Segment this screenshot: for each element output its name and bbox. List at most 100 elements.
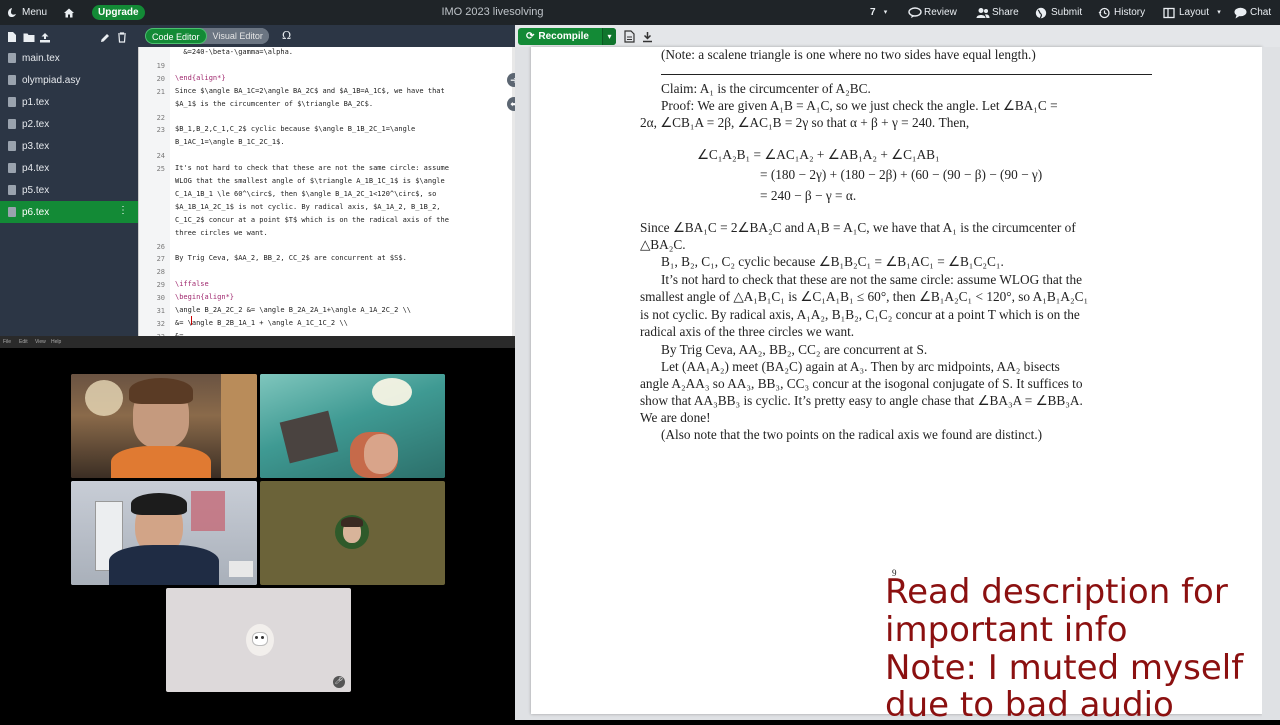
globe-icon — [1035, 7, 1047, 19]
lamp-shade — [85, 380, 123, 416]
video-tile-participant-3[interactable] — [71, 481, 257, 585]
line-number: 30 — [156, 294, 165, 303]
top-bar: Menu Upgrade IMO 2023 livesolving 7 ▾ Re… — [0, 0, 1280, 25]
file-icon — [8, 207, 16, 217]
code-line[interactable]: three circles we want. — [175, 227, 268, 240]
caption-line: important info — [885, 610, 1128, 650]
line-number: 22 — [156, 113, 165, 122]
layout-label: Layout — [1179, 7, 1210, 18]
pdf-text-line: Proof: We are given A₁B = A₁C, so we jus… — [661, 98, 1058, 113]
muted-mic-icon[interactable]: 🎤︎ — [333, 676, 345, 688]
code-line[interactable]: $A_1B_1A_2C_1$ is not cyclic. By radical… — [175, 201, 441, 214]
editor-toolbar: Code Editor Visual Editor Ω — [138, 25, 515, 47]
file-item[interactable]: p2.tex — [0, 113, 138, 135]
code-line[interactable]: \iffalse — [175, 278, 209, 291]
file-menu-icon[interactable]: ⋮ — [118, 205, 128, 216]
video-tile-participant-5[interactable]: 🎤︎ — [166, 588, 351, 692]
review-label: Review — [924, 7, 957, 18]
file-item[interactable]: p3.tex — [0, 135, 138, 157]
recompile-label: Recompile — [538, 31, 589, 42]
pdf-text-line: (Note: a scalene triangle is one where n… — [661, 47, 1036, 62]
layout-icon — [1163, 7, 1175, 19]
caption-line: Note: I muted myself — [885, 648, 1244, 688]
pdf-text-line: 2α, ∠CB₁A = 2β, ∠AC₁B = 2γ so that α + β… — [640, 115, 970, 130]
line-number: 32 — [156, 319, 165, 328]
video-call-area: 🎤︎ — [0, 348, 515, 720]
code-line[interactable]: C_1A_1B_1 \le 60^\circ$, then $\angle B_… — [175, 188, 436, 201]
chevron-down-icon: ▾ — [883, 8, 888, 16]
pdf-text-line: smallest angle of △A₁B₁C₁ is ∠C₁A₁B₁ ≤ 6… — [640, 289, 1089, 304]
video-tile-participant-4[interactable] — [260, 481, 445, 585]
pdf-text-line: By Trig Ceva, AA₂, BB₂, CC₂ are concurre… — [661, 342, 928, 357]
code-line[interactable]: WLOG that the smallest angle of $\triang… — [175, 175, 445, 188]
new-folder-icon[interactable] — [23, 30, 35, 48]
file-item[interactable]: main.tex — [0, 47, 138, 69]
overleaf-logo-icon — [6, 7, 18, 19]
file-item[interactable]: p5.tex — [0, 179, 138, 201]
chat-icon — [1234, 7, 1247, 19]
chevron-down-icon: ▾ — [1217, 8, 1221, 16]
file-item[interactable]: p6.tex ⋮ — [0, 201, 138, 223]
pdf-scrollbar-track[interactable] — [1262, 47, 1280, 720]
pdf-text-line: We are done! — [640, 410, 711, 425]
file-item[interactable]: p1.tex — [0, 91, 138, 113]
recompile-options-button[interactable]: ▾ — [602, 28, 616, 45]
layout-button[interactable]: Layout ▾ — [1163, 0, 1225, 25]
video-app-menubar: File Edit View Help — [0, 336, 515, 348]
history-button[interactable]: History — [1098, 0, 1145, 25]
review-button[interactable]: Review — [908, 0, 957, 25]
file-item[interactable]: olympiad.asy — [0, 69, 138, 91]
upload-icon[interactable] — [39, 30, 51, 48]
chat-button[interactable]: Chat — [1234, 0, 1271, 25]
line-number: 25 — [156, 165, 165, 174]
pdf-text-line: ∠C₁A₂B₁ = ∠AC₁A₂ + ∠AB₁A₂ + ∠C₁AB₁ — [697, 147, 940, 162]
video-menu-item[interactable]: Edit — [19, 339, 28, 345]
download-pdf-icon[interactable] — [642, 30, 653, 48]
file-tree-toolbar — [0, 25, 138, 47]
video-menu-item[interactable]: Help — [51, 339, 61, 345]
upgrade-button[interactable]: Upgrade — [92, 5, 145, 20]
line-number: 24 — [156, 152, 165, 161]
project-title[interactable]: IMO 2023 livesolving — [400, 0, 585, 25]
pdf-text-line: It’s not hard to check that these are no… — [661, 272, 1083, 287]
code-line[interactable]: &=240-\beta-\gamma=\alpha. — [175, 47, 293, 59]
file-icon — [8, 53, 16, 63]
visual-editor-tab[interactable]: Visual Editor — [206, 28, 269, 44]
home-icon — [63, 7, 75, 19]
video-menu-item[interactable]: File — [3, 339, 11, 345]
line-number: 29 — [156, 281, 165, 290]
share-button[interactable]: Share — [976, 0, 1019, 25]
file-item[interactable]: p4.tex — [0, 157, 138, 179]
file-label: olympiad.asy — [22, 74, 81, 86]
rename-pencil-icon[interactable] — [100, 30, 110, 48]
online-users[interactable]: 7 ▾ — [870, 0, 892, 25]
code-line[interactable]: Since $\angle BA_1C=2\angle BA_2C$ and $… — [175, 85, 445, 98]
file-label: p6.tex — [22, 206, 50, 218]
code-line[interactable]: \angle B_2A_2C_2 &= \angle B_2A_2A_1+\an… — [175, 304, 411, 317]
code-line[interactable]: $B_1,B_2,C_1,C_2$ cyclic because $\angle… — [175, 123, 415, 136]
new-file-icon[interactable] — [7, 30, 17, 48]
code-line[interactable]: \begin{align*} — [175, 291, 234, 304]
code-line[interactable]: It's not hard to check that these are no… — [175, 162, 449, 175]
video-tile-participant-1[interactable] — [71, 374, 257, 478]
users-icon — [976, 7, 990, 19]
pdf-text-line: Claim: A₁ is the circumcenter of A₂BC. — [661, 81, 871, 96]
video-menu-item[interactable]: View — [35, 339, 46, 345]
home-button[interactable] — [63, 0, 75, 25]
code-line[interactable]: &= \angle B_2B_1A_1 + \angle A_1C_1C_2 \… — [175, 317, 348, 330]
code-line[interactable]: $A_1$ is the circumcenter of $\triangle … — [175, 98, 373, 111]
trash-icon[interactable] — [117, 30, 127, 48]
menu-button[interactable]: Menu — [6, 0, 47, 25]
code-line[interactable]: \end{align*} — [175, 72, 226, 85]
line-number: 19 — [156, 61, 165, 70]
log-file-icon[interactable] — [624, 30, 635, 48]
code-line[interactable]: B_1AC_1=\angle B_1C_2C_1$. — [175, 136, 285, 149]
code-line[interactable]: C_1C_2$ concur at a point $T$ which is o… — [175, 214, 449, 227]
code-editor-tab[interactable]: Code Editor — [145, 28, 207, 44]
submit-button[interactable]: Submit — [1035, 0, 1082, 25]
code-line[interactable]: By Trig Ceva, $AA_2, BB_2, CC_2$ are con… — [175, 252, 407, 265]
video-tile-participant-2[interactable] — [260, 374, 445, 478]
text-cursor — [191, 316, 192, 325]
code-editor[interactable]: &=240-\beta-\gamma=\alpha. 19 20 \end{align… — [138, 47, 515, 336]
symbol-palette-button[interactable]: Ω — [282, 29, 291, 42]
